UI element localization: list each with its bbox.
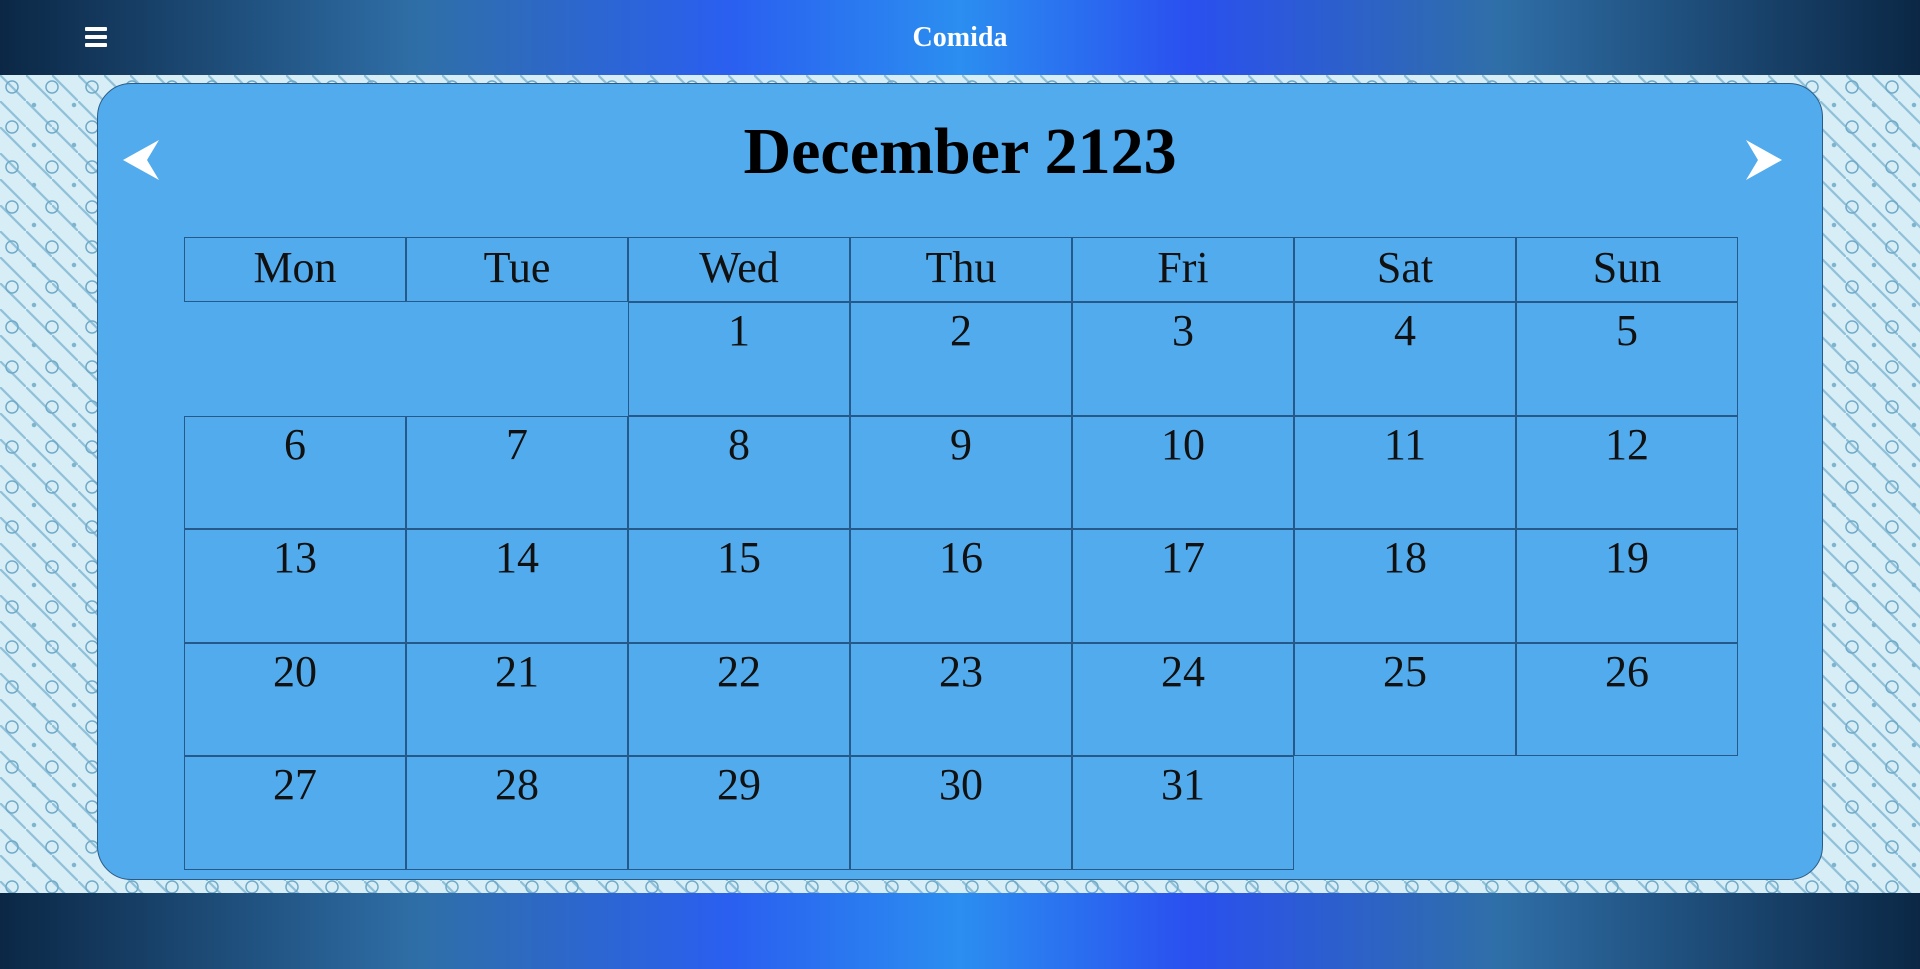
day-cell[interactable]: 29 [628,756,850,870]
day-cell[interactable]: 10 [1072,415,1294,529]
weekday-wed: Wed [628,237,850,302]
empty-day-cell [1294,756,1516,870]
day-cell[interactable]: 18 [1294,529,1516,643]
day-cell[interactable]: 30 [850,756,1072,870]
week-row: 6 7 8 9 10 11 12 [184,415,1738,529]
weekday-fri: Fri [1072,237,1294,302]
day-cell[interactable]: 24 [1072,642,1294,756]
weekday-tue: Tue [406,237,628,302]
day-cell[interactable]: 27 [184,756,406,870]
day-cell[interactable]: 21 [406,642,628,756]
top-navbar: Comida [0,0,1920,75]
day-cell[interactable]: 20 [184,642,406,756]
day-cell[interactable]: 7 [406,415,628,529]
weekday-thu: Thu [850,237,1072,302]
empty-day-cell [406,302,628,416]
day-cell[interactable]: 17 [1072,529,1294,643]
day-cell[interactable]: 12 [1516,415,1738,529]
day-cell[interactable]: 3 [1072,302,1294,416]
day-cell[interactable]: 26 [1516,642,1738,756]
day-cell[interactable]: 31 [1072,756,1294,870]
empty-day-cell [184,302,406,416]
day-cell[interactable]: 15 [628,529,850,643]
day-cell[interactable]: 14 [406,529,628,643]
day-cell[interactable]: 6 [184,415,406,529]
month-title: December 2123 [743,115,1177,188]
day-cell[interactable]: 23 [850,642,1072,756]
week-row: 20 21 22 23 24 25 26 [184,642,1738,756]
day-cell[interactable]: 9 [850,415,1072,529]
right-arrow-icon [1746,140,1782,180]
day-cell[interactable]: 16 [850,529,1072,643]
week-row: 1 2 3 4 5 [184,302,1738,416]
day-cell[interactable]: 19 [1516,529,1738,643]
empty-day-cell [1516,756,1738,870]
day-cell[interactable]: 4 [1294,302,1516,416]
day-cell[interactable]: 22 [628,642,850,756]
day-cell[interactable]: 8 [628,415,850,529]
day-cell[interactable]: 5 [1516,302,1738,416]
week-row: 27 28 29 30 31 [184,756,1738,870]
weekday-sun: Sun [1516,237,1738,302]
calendar-panel: December 2123 Mon Tue Wed Thu Fri Sat Su… [97,83,1823,880]
next-month-button[interactable] [1746,140,1782,180]
day-cell[interactable]: 28 [406,756,628,870]
weekday-header-row: Mon Tue Wed Thu Fri Sat Sun [184,237,1738,302]
calendar-grid: Mon Tue Wed Thu Fri Sat Sun 1 2 3 4 5 6 … [184,237,1738,870]
day-cell[interactable]: 25 [1294,642,1516,756]
day-cell[interactable]: 11 [1294,415,1516,529]
day-cell[interactable]: 1 [628,302,850,416]
week-row: 13 14 15 16 17 18 19 [184,529,1738,643]
weekday-sat: Sat [1294,237,1516,302]
app-title: Comida [912,22,1008,53]
footer-bar [0,893,1920,969]
weekday-mon: Mon [184,237,406,302]
day-cell[interactable]: 2 [850,302,1072,416]
day-cell[interactable]: 13 [184,529,406,643]
